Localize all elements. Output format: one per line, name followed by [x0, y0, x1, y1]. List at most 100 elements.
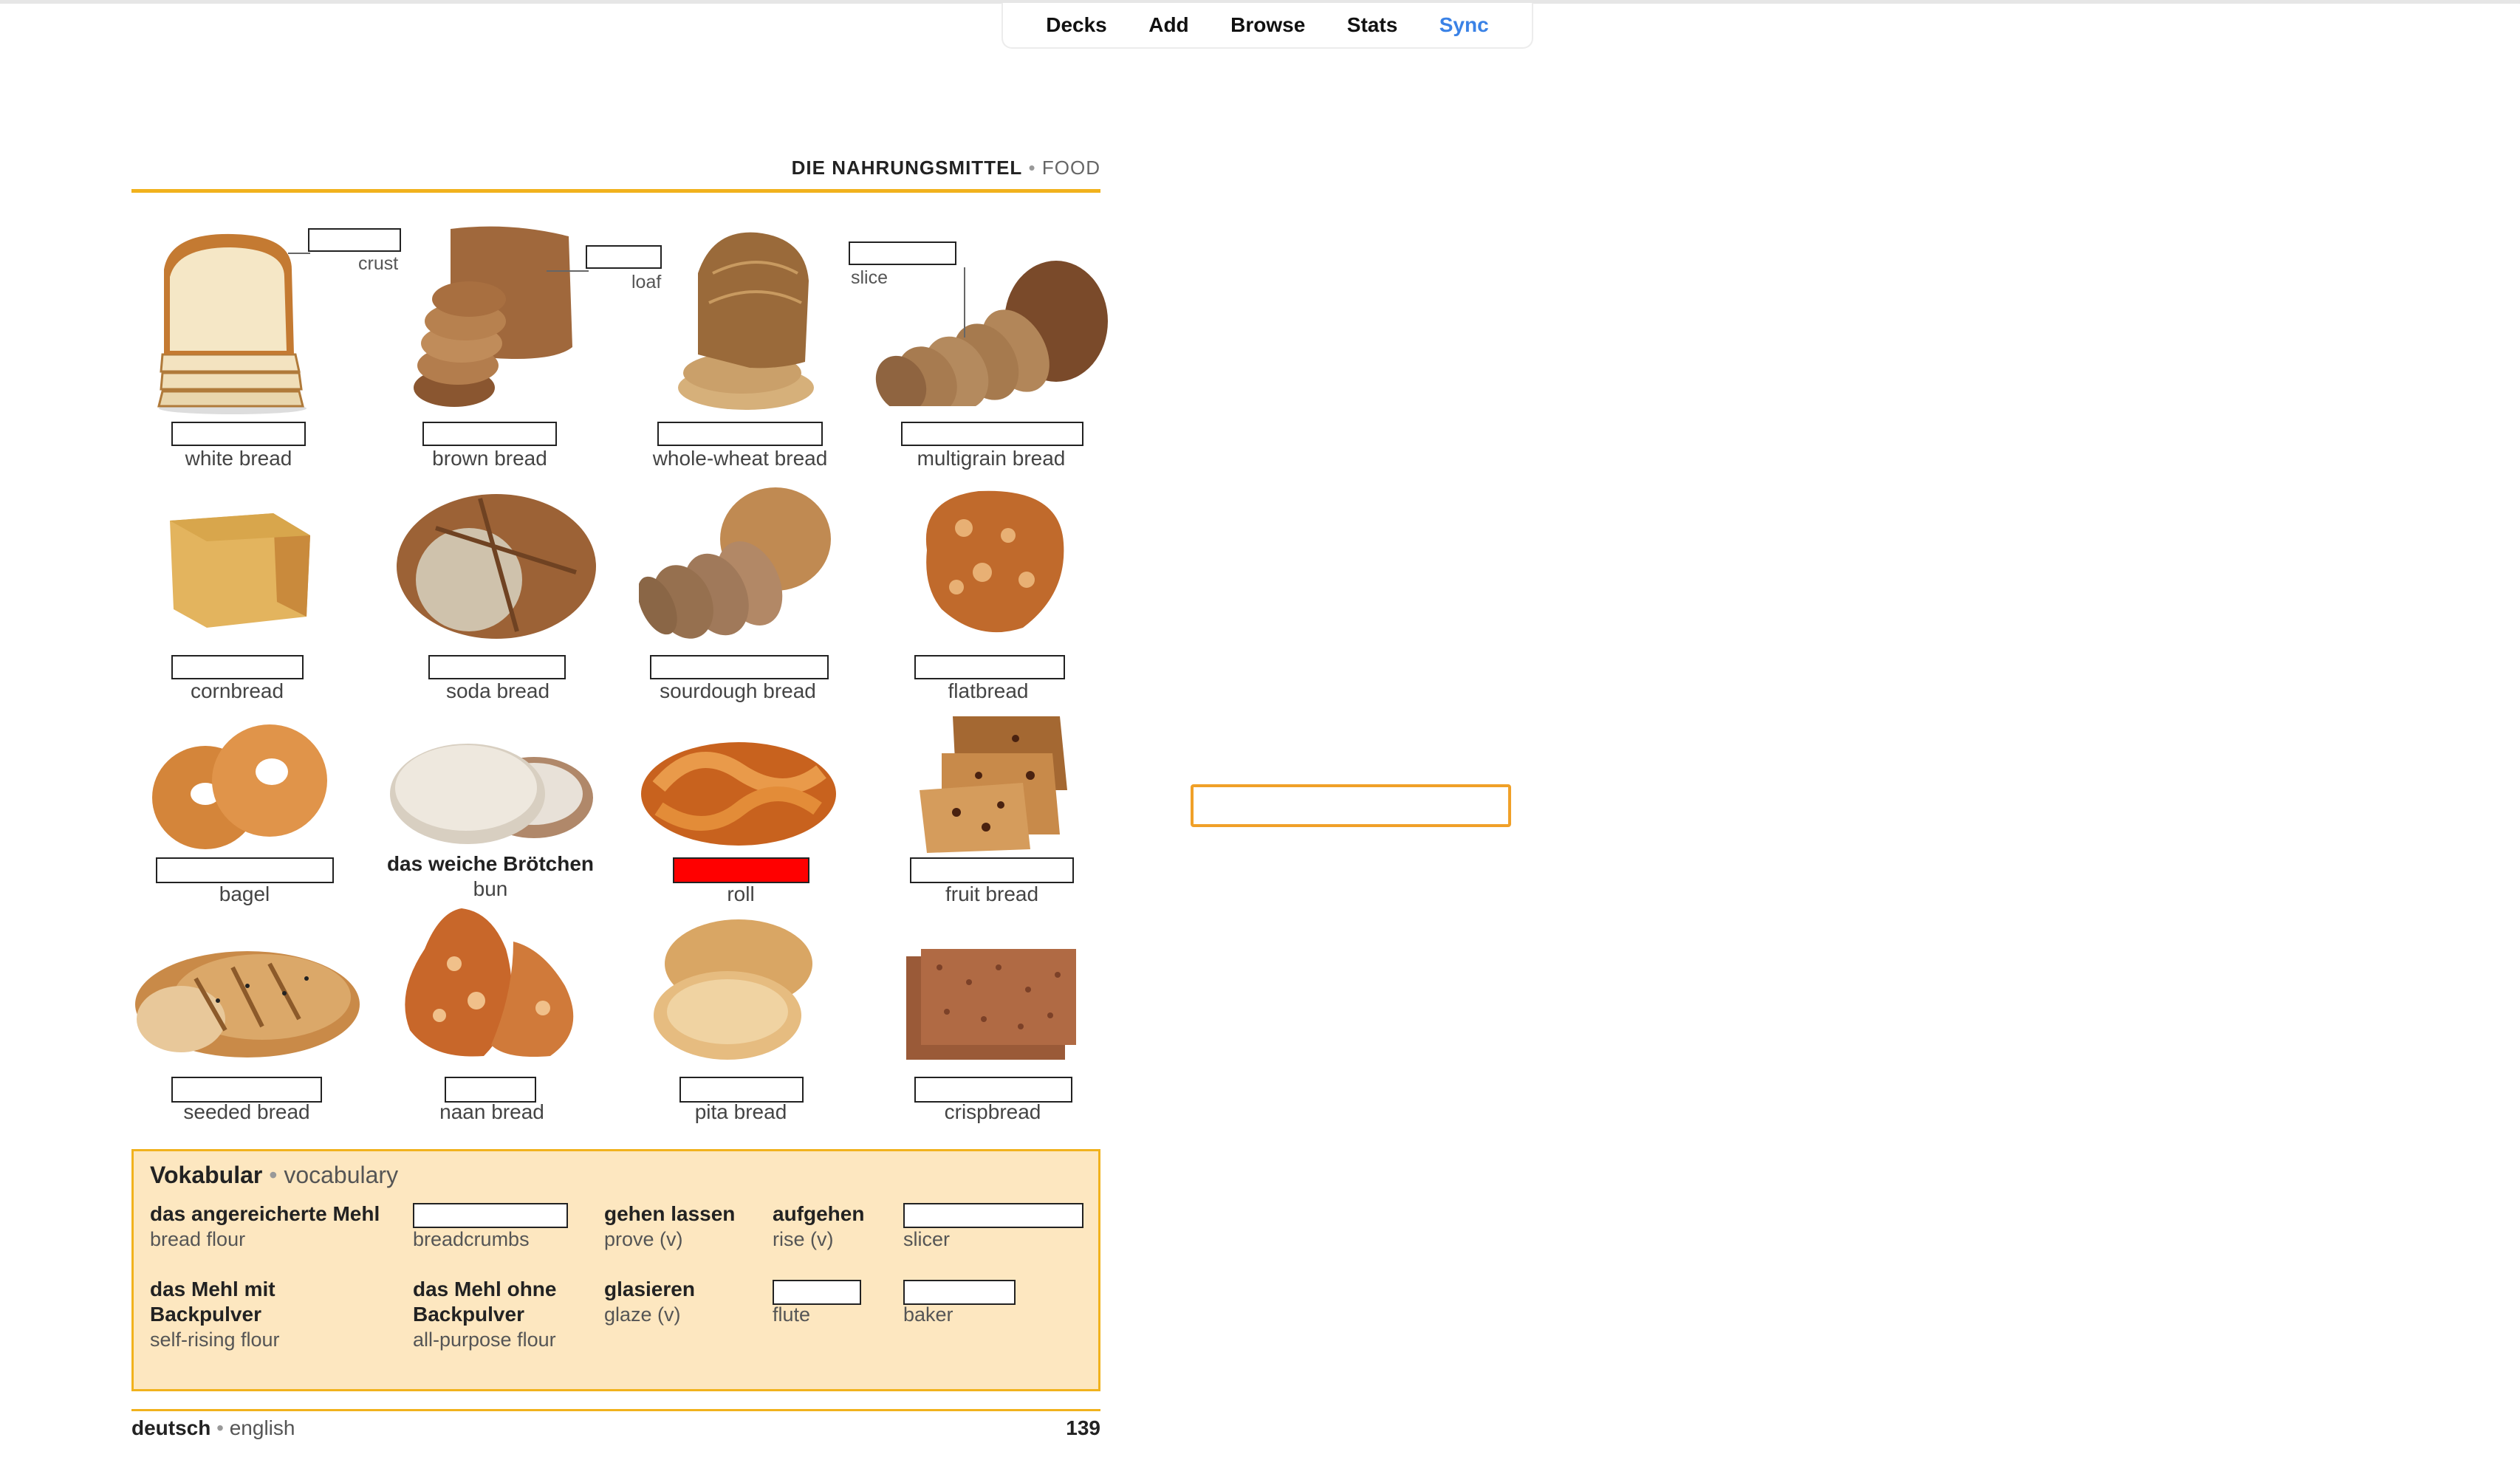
- roll-image: [641, 742, 836, 846]
- cornbread-answer-box: [171, 655, 304, 679]
- brown-bread-answer-box: [422, 422, 557, 446]
- slicer-english: slicer: [903, 1228, 951, 1250]
- vocabulary-title: Vokabular • vocabulary: [150, 1162, 398, 1189]
- footer-lang-german: deutsch: [131, 1416, 211, 1439]
- flatbread-image: [925, 490, 1064, 633]
- all-purpose-flour-german-line2: Backpulver: [413, 1303, 524, 1326]
- glaze-english: glaze (v): [604, 1303, 681, 1326]
- fruit-bread-answer-box: [910, 857, 1074, 883]
- whole-wheat-bread-answer-box: [657, 422, 823, 446]
- crispbread-label: crispbread: [944, 1100, 1041, 1123]
- header-rule: [131, 189, 1100, 193]
- breadcrumbs-answer-box: [413, 1203, 568, 1228]
- bun-german-label: das weiche Brötchen: [386, 852, 595, 875]
- white-bread-label: white bread: [185, 447, 292, 470]
- naan-bread-image: [405, 908, 574, 1057]
- header-separator: •: [1028, 157, 1036, 179]
- crispbread-answer-box: [914, 1077, 1072, 1103]
- slice-answer-box: [849, 241, 956, 265]
- vocabulary-title-german: Vokabular: [150, 1162, 263, 1188]
- sourdough-bread-image: [639, 487, 831, 639]
- nav-add[interactable]: Add: [1148, 13, 1188, 37]
- prove-english: prove (v): [604, 1228, 683, 1250]
- header-english: FOOD: [1041, 157, 1100, 179]
- bagel-image: [152, 724, 327, 849]
- nav-stats[interactable]: Stats: [1347, 13, 1397, 37]
- rise-english: rise (v): [773, 1228, 834, 1250]
- crust-leader-line: [288, 253, 310, 254]
- sourdough-bread-answer-box: [650, 655, 829, 679]
- bun-image: [390, 744, 593, 844]
- footer-languages: deutsch • english: [131, 1416, 295, 1440]
- all-purpose-flour-english: all-purpose flour: [413, 1329, 556, 1351]
- page-number: 139: [1066, 1416, 1100, 1439]
- seeded-bread-label: seeded bread: [183, 1100, 310, 1123]
- self-rising-flour-english: self-rising flour: [150, 1329, 280, 1351]
- whole-wheat-bread-label: whole-wheat bread: [652, 447, 828, 470]
- slicer-answer-box: [903, 1203, 1083, 1228]
- all-purpose-flour-german-line1: das Mehl ohne: [413, 1278, 557, 1300]
- loaf-label: loaf: [631, 272, 662, 292]
- soda-bread-image: [397, 494, 596, 639]
- white-bread-image: [157, 233, 307, 414]
- seeded-bread-answer-box: [171, 1077, 322, 1103]
- multigrain-bread-label: multigrain bread: [917, 447, 1066, 470]
- page-header: DIE NAHRUNGSMITTEL • FOOD: [131, 157, 1100, 179]
- nav-sync[interactable]: Sync: [1439, 13, 1489, 37]
- naan-bread-label: naan bread: [439, 1100, 544, 1123]
- crispbread-image: [906, 949, 1076, 1060]
- bread-flour-german: das angereicherte Mehl: [150, 1202, 380, 1225]
- vocabulary-title-english: vocabulary: [284, 1162, 399, 1188]
- brown-bread-image: [414, 226, 572, 407]
- whole-wheat-bread-image: [678, 232, 814, 410]
- header-german: DIE NAHRUNGSMITTEL: [791, 157, 1023, 179]
- crust-label: crust: [358, 253, 399, 274]
- bagel-label: bagel: [219, 882, 270, 905]
- flute-answer-box: [773, 1280, 861, 1305]
- roll-answer-box-active: [673, 857, 809, 883]
- glaze-german: glasieren: [604, 1278, 695, 1300]
- vocabulary-box: Vokabular • vocabulary das angereicherte…: [131, 1149, 1100, 1391]
- soda-bread-answer-box: [428, 655, 566, 679]
- footer-separator: •: [216, 1416, 224, 1439]
- self-rising-flour-german-line1: das Mehl mit: [150, 1278, 275, 1300]
- self-rising-flour-german-line2: Backpulver: [150, 1303, 261, 1326]
- fruit-bread-image: [920, 716, 1067, 853]
- brown-bread-label: brown bread: [432, 447, 547, 470]
- flatbread-label: flatbread: [948, 679, 1029, 702]
- pita-bread-label: pita bread: [694, 1100, 787, 1123]
- cornbread-image: [170, 513, 310, 628]
- answer-input[interactable]: [1191, 784, 1511, 827]
- footer-rule: [131, 1409, 1100, 1411]
- baker-answer-box: [903, 1280, 1016, 1305]
- nav-browse[interactable]: Browse: [1230, 13, 1305, 37]
- slice-leader-line: [964, 267, 965, 337]
- prove-german: gehen lassen: [604, 1202, 736, 1225]
- top-nav: Decks Add Browse Stats Sync: [1002, 3, 1533, 49]
- fruit-bread-label: fruit bread: [945, 882, 1039, 905]
- roll-label: roll: [727, 882, 755, 905]
- vocabulary-title-separator: •: [269, 1162, 278, 1188]
- soda-bread-label: soda bread: [445, 679, 550, 702]
- slice-label: slice: [851, 267, 888, 288]
- pita-bread-image: [654, 919, 812, 1060]
- cornbread-label: cornbread: [190, 679, 284, 702]
- rise-german: aufgehen: [773, 1202, 865, 1225]
- flatbread-answer-box: [914, 655, 1065, 679]
- naan-bread-answer-box: [445, 1077, 536, 1103]
- loaf-leader-line: [547, 270, 589, 272]
- white-bread-answer-box: [171, 422, 306, 446]
- breadcrumbs-english: breadcrumbs: [413, 1228, 530, 1250]
- bagel-answer-box: [156, 857, 334, 883]
- multigrain-bread-answer-box: [901, 422, 1083, 446]
- bread-flour-english: bread flour: [150, 1228, 246, 1250]
- flute-english: flute: [773, 1303, 811, 1326]
- sourdough-bread-label: sourdough bread: [660, 679, 816, 702]
- crust-answer-box: [308, 228, 401, 252]
- footer-lang-english: english: [229, 1416, 295, 1439]
- seeded-bread-image: [135, 951, 360, 1057]
- bun-label: bun: [473, 877, 508, 900]
- loaf-answer-box: [586, 245, 662, 269]
- nav-decks[interactable]: Decks: [1046, 13, 1107, 37]
- baker-english: baker: [903, 1303, 953, 1326]
